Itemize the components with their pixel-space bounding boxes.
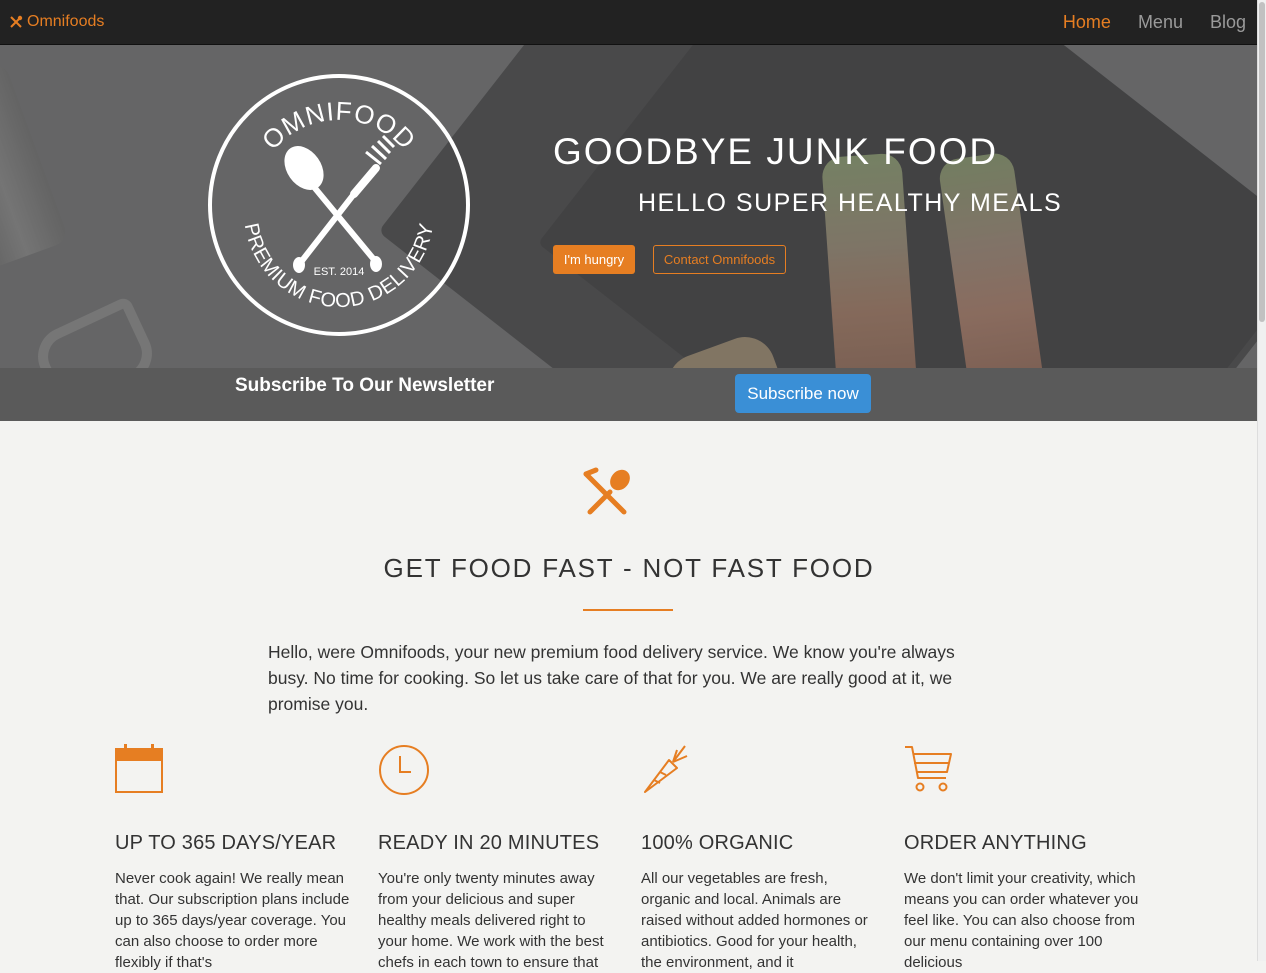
calendar-icon: [115, 744, 163, 793]
feature-text: You're only twenty minutes away from you…: [378, 870, 604, 971]
nav-link-home[interactable]: Home: [1063, 12, 1111, 33]
logo-est-text: EST. 2014: [314, 266, 365, 278]
feature-heading: 100% ORGANIC: [641, 832, 794, 854]
hero-subtitle: HELLO SUPER HEALTHY MEALS: [638, 189, 1063, 217]
fork-spoon-icon: [583, 467, 630, 515]
feature-text: Never cook again! We really mean that. O…: [115, 870, 350, 971]
clock-icon: [379, 745, 429, 795]
nav-link-menu[interactable]: Menu: [1138, 12, 1183, 33]
section-title: GET FOOD FAST - NOT FAST FOOD: [383, 553, 875, 583]
brand-name: Omnifoods: [27, 13, 105, 30]
logo-top-text: OMNIFOOD: [256, 96, 421, 156]
scrollbar-thumb[interactable]: [1259, 2, 1265, 322]
newsletter-title: Subscribe To Our Newsletter: [235, 375, 495, 396]
nav-links: Home Menu Blog: [1036, 0, 1246, 44]
svg-text:OMNIFOOD: OMNIFOOD: [256, 96, 422, 156]
contact-button[interactable]: Contact Omnifoods: [653, 245, 786, 274]
newsletter-bar: Subscribe To Our Newsletter Subscribe no…: [0, 368, 1258, 421]
hero-overlay: [0, 45, 1258, 368]
title-divider: [583, 609, 673, 611]
cart-icon: [905, 746, 952, 792]
feature-text: We don't limit your creativity, which me…: [904, 870, 1139, 971]
spoon-icon: [284, 146, 382, 272]
page-scrollbar[interactable]: [1257, 0, 1266, 961]
intro-paragraph: Hello, were Omnifoods, your new premium …: [268, 642, 955, 714]
brand-link[interactable]: Omnifoods: [9, 12, 104, 32]
cutlery-icon: [10, 15, 23, 28]
subscribe-button[interactable]: Subscribe now: [735, 374, 871, 413]
feature-heading: ORDER ANYTHING: [904, 832, 1087, 854]
carrot-icon: [644, 745, 688, 793]
top-navbar: Omnifoods Home Menu Blog: [0, 0, 1258, 45]
nav-link-blog[interactable]: Blog: [1210, 12, 1246, 33]
hero-section: OMNIFOOD PREMIUM FOOD DELIVERY EST. 2014…: [0, 45, 1258, 368]
feature-heading: UP TO 365 DAYS/YEAR: [115, 832, 337, 854]
feature-heading: READY IN 20 MINUTES: [378, 832, 600, 854]
feature-text: All our vegetables are fresh, organic an…: [641, 870, 868, 971]
omnifood-logo-seal: OMNIFOOD PREMIUM FOOD DELIVERY EST. 2014: [208, 74, 470, 336]
im-hungry-button[interactable]: I'm hungry: [553, 245, 635, 274]
hero-title: GOODBYE JUNK FOOD: [553, 131, 999, 172]
